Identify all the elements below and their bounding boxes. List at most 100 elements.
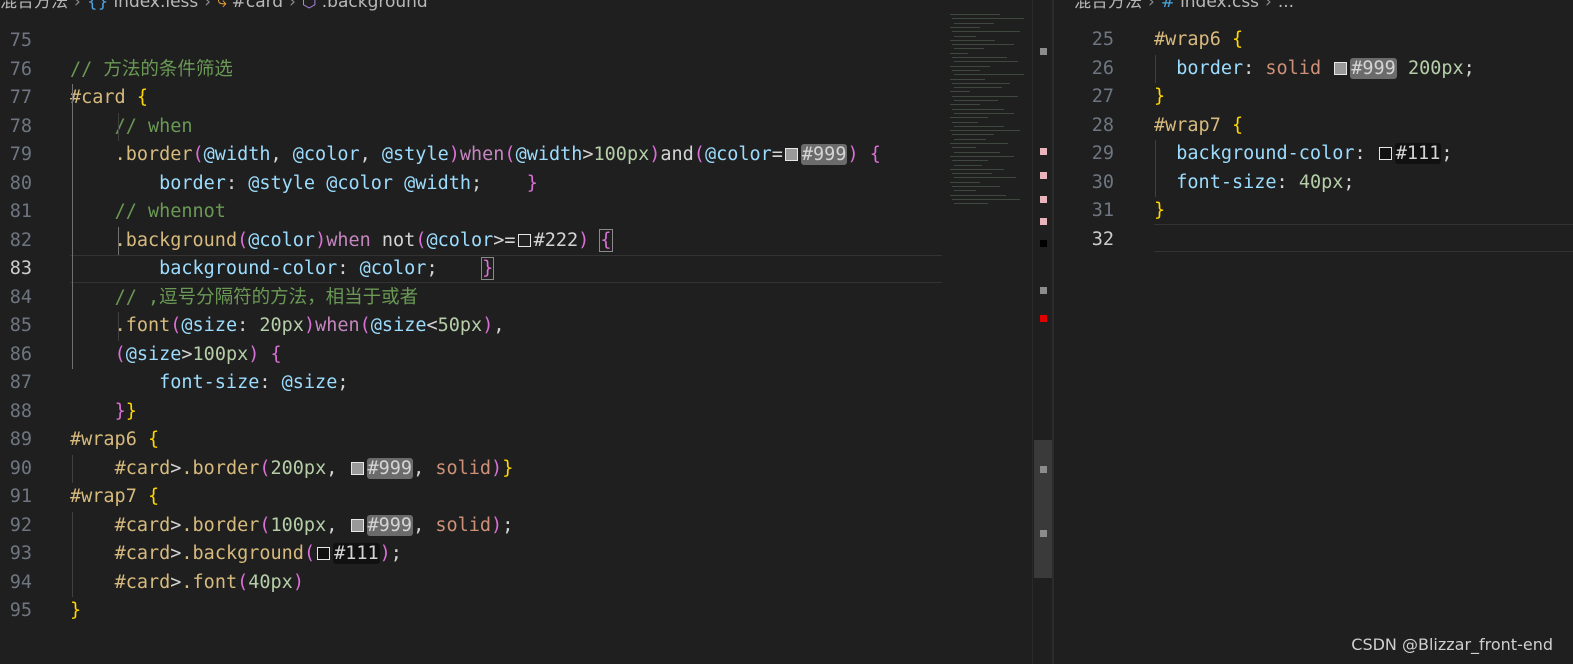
code-text[interactable]: border: solid #999 200px;	[1154, 55, 1475, 83]
code-text[interactable]: .border(@width, @color, @style)when(@wid…	[70, 141, 881, 169]
line-number: 77	[9, 87, 32, 108]
color-swatch-icon[interactable]	[350, 461, 364, 475]
code-line[interactable]: 87 font-size: @size;	[0, 369, 940, 397]
breadcrumb-method[interactable]: .background	[322, 0, 428, 14]
code-text[interactable]: #card>.font(40px)	[70, 569, 304, 597]
code-token: 50px	[437, 315, 483, 336]
code-token: (	[259, 457, 271, 479]
color-swatch-icon[interactable]	[1378, 147, 1392, 160]
scrollbar-thumb[interactable]	[1034, 440, 1052, 578]
code-text[interactable]: #card>.border(100px, #999, solid);	[70, 512, 513, 540]
code-token: .background	[114, 229, 238, 251]
code-line[interactable]: 91 #wrap7 {	[0, 483, 940, 511]
code-text[interactable]: // whennot	[70, 198, 226, 226]
code-text[interactable]: #wrap7 {	[70, 483, 159, 511]
code-text[interactable]: // 方法的条件筛选	[70, 56, 233, 84]
color-swatch-icon[interactable]	[350, 518, 364, 532]
code-line[interactable]: 78 // when	[0, 113, 940, 141]
code-token: @color	[292, 144, 360, 165]
code-token: 40px	[1298, 171, 1344, 193]
code-token: {	[147, 486, 160, 507]
color-swatch-icon[interactable]	[517, 233, 531, 247]
scrollbar-marker	[1040, 530, 1047, 537]
code-text[interactable]: #wrap6 {	[1154, 26, 1243, 54]
code-line[interactable]: 95}	[0, 597, 940, 625]
code-line[interactable]: 32	[1054, 226, 1573, 254]
code-text[interactable]: background-color: #111;	[1154, 140, 1452, 168]
breadcrumb-folder[interactable]: 混合方法	[0, 0, 68, 14]
code-text[interactable]: }}	[70, 398, 137, 426]
code-token: (	[170, 315, 182, 336]
code-text[interactable]: background-color: @color; }	[70, 255, 495, 283]
code-line[interactable]: 88 }}	[0, 398, 940, 426]
code-line[interactable]: 81 // whennot	[0, 198, 940, 226]
breadcrumb-file[interactable]: index.css	[1180, 0, 1259, 14]
line-number: 86	[9, 343, 32, 365]
code-line[interactable]: 80 border: @style @color @width; }	[0, 170, 940, 198]
code-text[interactable]: }	[1154, 197, 1165, 225]
code-line[interactable]: 82 .background(@color)when not(@color>= #…	[0, 227, 940, 255]
code-text[interactable]: // ,逗号分隔符的方法，相当于或者	[70, 284, 419, 312]
code-line[interactable]: 93 #card>.background(#111);	[0, 540, 940, 568]
code-text[interactable]: .background(@color)when not(@color>= #222…	[70, 227, 613, 255]
code-text[interactable]: }	[70, 597, 81, 625]
code-token: :	[337, 258, 360, 279]
code-text[interactable]: #card>.border(200px, #999, solid)}	[70, 455, 513, 483]
code-text[interactable]: }	[1154, 83, 1165, 111]
code-line[interactable]: 31}	[1054, 197, 1573, 225]
code-line[interactable]: 26 border: solid #999 200px;	[1054, 55, 1573, 83]
code-line[interactable]: 79 .border(@width, @color, @style)when(@…	[0, 141, 940, 169]
breadcrumb-more[interactable]: ...	[1278, 0, 1294, 14]
code-text[interactable]: #wrap6 {	[70, 426, 159, 454]
code-line[interactable]: 29 background-color: #111;	[1054, 140, 1573, 168]
right-editor-pane[interactable]: 混合方法 › # index.css ›... 25 #wrap6 {26 border:…	[1054, 0, 1573, 664]
minimap-line	[952, 18, 1024, 20]
code-line[interactable]: 77 #card {	[0, 84, 940, 112]
code-token: @color	[426, 229, 494, 251]
code-line[interactable]: 76 // 方法的条件筛选	[0, 56, 940, 84]
code-line[interactable]: 90 #card>.border(200px, #999, solid)}	[0, 455, 940, 483]
code-text[interactable]: #card {	[70, 84, 148, 112]
code-line[interactable]: 30 font-size: 40px;	[1054, 169, 1573, 197]
code-line[interactable]: 94 #card>.font(40px)	[0, 569, 940, 597]
code-line[interactable]: 92 #card>.border(100px, #999, solid);	[0, 512, 940, 540]
left-editor-pane[interactable]: 混合方法 › {} index.less › ⤷ #card › ⬡ .background 75…	[0, 0, 1052, 664]
breadcrumb-file[interactable]: index.less	[113, 0, 198, 14]
breadcrumb-selector[interactable]: #card	[232, 0, 284, 14]
code-text[interactable]: .font(@size: 20px)when(@size<50px),	[70, 312, 505, 340]
color-swatch-icon[interactable]	[317, 547, 331, 560]
color-swatch-icon[interactable]	[1334, 61, 1348, 75]
breadcrumb-folder[interactable]: 混合方法	[1074, 0, 1142, 14]
css-file-icon: #	[1160, 0, 1176, 12]
minimap-line	[954, 151, 1000, 153]
indent-guide	[1155, 54, 1156, 83]
color-swatch-icon[interactable]	[784, 148, 798, 161]
code-line[interactable]: 28 #wrap7 {	[1054, 112, 1573, 140]
code-text[interactable]: #card>.background(#111);	[70, 540, 402, 568]
code-line[interactable]: 85 .font(@size: 20px)when(@size<50px),	[0, 312, 940, 340]
code-line[interactable]: 25 #wrap6 {	[1054, 26, 1573, 54]
code-line[interactable]: 86 (@size>100px) {	[0, 341, 940, 369]
code-line[interactable]: 83 background-color: @color; }	[0, 255, 940, 283]
minimap[interactable]	[942, 0, 1032, 664]
code-text[interactable]: #wrap7 {	[1154, 112, 1243, 140]
code-token: ,	[413, 514, 436, 536]
code-token: {	[599, 228, 613, 252]
code-text[interactable]: border: @style @color @width; }	[70, 170, 538, 198]
code-text[interactable]: font-size: 40px;	[1154, 169, 1354, 197]
code-token: // whennot	[114, 201, 226, 222]
code-line[interactable]: 89 #wrap6 {	[0, 426, 940, 454]
code-text[interactable]: font-size: @size;	[70, 369, 348, 397]
code-token: @color	[359, 258, 427, 279]
code-line[interactable]: 84 // ,逗号分隔符的方法，相当于或者	[0, 284, 940, 312]
code-token: @color	[704, 144, 772, 165]
code-line[interactable]: 75	[0, 27, 940, 55]
vertical-scrollbar[interactable]	[1032, 0, 1052, 664]
code-text[interactable]: (@size>100px) {	[70, 341, 282, 369]
code-text[interactable]: // when	[70, 113, 193, 141]
code-line[interactable]: 27}	[1054, 83, 1573, 111]
